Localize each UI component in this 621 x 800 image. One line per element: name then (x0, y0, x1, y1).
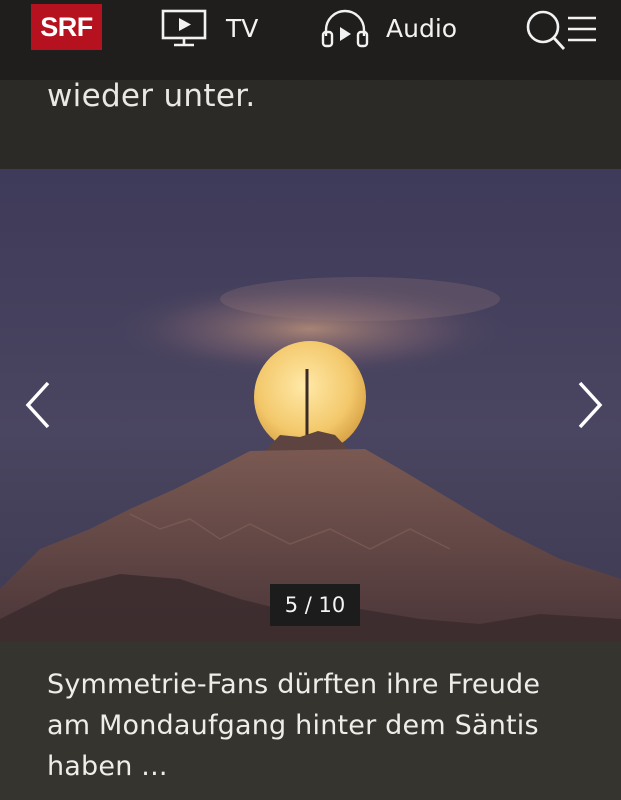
article-teaser: wieder unter. (0, 78, 621, 169)
search-menu-icon (522, 10, 600, 56)
top-navigation-bar: SRF TV Audio (0, 0, 621, 80)
gallery-slide[interactable]: 5 / 10 (0, 169, 621, 642)
next-slide-button[interactable] (572, 379, 612, 431)
search-menu-button[interactable] (522, 8, 600, 52)
previous-slide-button[interactable] (20, 379, 60, 431)
nav-tv-link[interactable]: TV (160, 8, 258, 48)
tv-icon (160, 8, 208, 48)
nav-audio-label: Audio (386, 13, 458, 43)
nav-audio-link[interactable]: Audio (320, 8, 457, 48)
slide-counter: 5 / 10 (270, 584, 360, 626)
chevron-right-icon (572, 381, 612, 435)
nav-tv-label: TV (226, 13, 259, 43)
chevron-left-icon (20, 381, 60, 435)
srf-logo[interactable]: SRF (31, 4, 102, 50)
teaser-text: wieder unter. (47, 78, 256, 114)
headphones-icon (320, 8, 370, 48)
moonrise-photo (0, 169, 621, 642)
slide-caption: Symmetrie-Fans dürften ihre Freude am Mo… (0, 642, 621, 800)
caption-text: Symmetrie-Fans dürften ihre Freude am Mo… (47, 669, 541, 782)
